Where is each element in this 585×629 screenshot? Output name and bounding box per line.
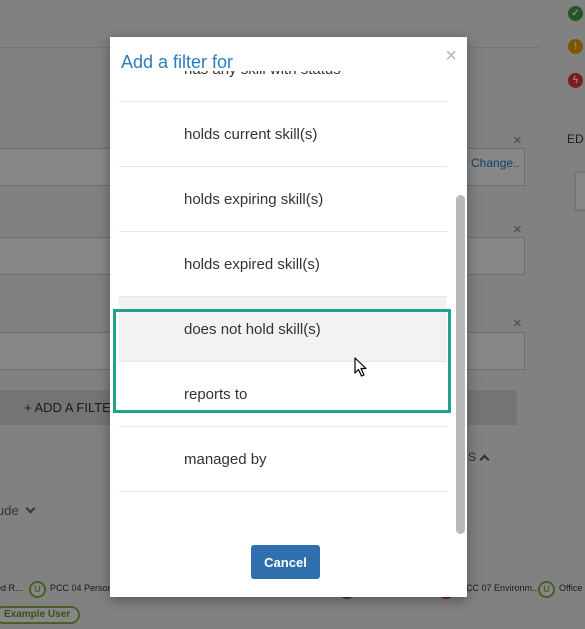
close-icon[interactable]: × (445, 46, 457, 66)
option-has-any-skill-with-status[interactable]: has any skill with status (119, 71, 447, 102)
mouse-cursor-icon (354, 357, 367, 377)
option-holds-expiring-skills[interactable]: holds expiring skill(s) (119, 167, 447, 232)
option-holds-expired-skills[interactable]: holds expired skill(s) (119, 232, 447, 297)
cancel-button[interactable]: Cancel (251, 545, 320, 579)
option-holds-current-skills[interactable]: holds current skill(s) (119, 102, 447, 167)
selection-highlight (113, 309, 451, 413)
dialog-title: Add a filter for (121, 52, 234, 72)
filter-option-list: has any skill with status holds current … (110, 71, 467, 537)
option-managed-by[interactable]: managed by (119, 427, 447, 492)
scrollbar-thumb[interactable] (456, 195, 465, 534)
